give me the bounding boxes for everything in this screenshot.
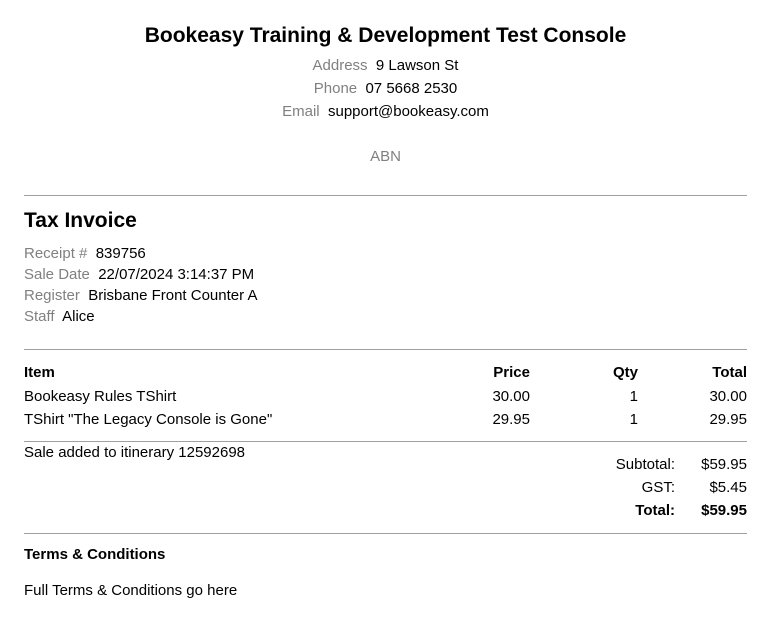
divider [24,533,747,534]
email-value: support@bookeasy.com [327,103,489,120]
subtotal-row: Subtotal: $59.95 [565,453,747,476]
phone-line: Phone 07 5668 2530 [24,77,747,100]
terms-title: Terms & Conditions [24,546,166,563]
item-qty: 1 [629,411,638,428]
divider [24,349,747,350]
terms-text: Full Terms & Conditions go here [24,582,238,599]
register-value: Brisbane Front Counter A [88,287,258,304]
subtotal-label: Subtotal: [615,456,675,473]
invoice-title: Tax Invoice [24,209,137,232]
phone-value: 07 5668 2530 [365,80,458,97]
register-row: Register Brisbane Front Counter A [24,285,257,306]
staff-label: Staff [24,308,55,325]
address-line: Address 9 Lawson St [24,54,747,77]
item-qty: 1 [629,388,638,405]
items-table: Item Price Qty Total Bookeasy Rules TShi… [24,359,747,431]
item-total: 30.00 [709,388,747,405]
business-header: Bookeasy Training & Development Test Con… [24,0,747,167]
invoice-page: Bookeasy Training & Development Test Con… [24,0,747,599]
gst-row: GST: $5.45 [565,476,747,499]
item-name: TShirt "The Legacy Console is Gone" [24,411,273,428]
item-name: Bookeasy Rules TShirt [24,388,177,405]
table-row: TShirt "The Legacy Console is Gone" 29.9… [24,408,747,431]
total-row: Total: $59.95 [565,499,747,522]
subtotal-value: $59.95 [701,456,747,473]
invoice-meta: Receipt # 839756 Sale Date 22/07/2024 3:… [24,243,257,327]
gst-label: GST: [641,479,675,496]
register-label: Register [24,287,80,304]
item-total: 29.95 [709,411,747,428]
items-header-row: Item Price Qty Total [24,359,747,385]
divider [24,441,747,442]
receipt-value: 839756 [95,245,146,262]
item-price: 29.95 [492,411,530,428]
abn-label: ABN [370,148,401,165]
business-name: Bookeasy Training & Development Test Con… [144,24,627,47]
staff-value: Alice [62,308,95,325]
phone-label: Phone [313,80,358,97]
receipt-row: Receipt # 839756 [24,243,257,264]
divider [24,195,747,196]
column-header-total: Total [712,363,747,381]
email-line: Email support@bookeasy.com [24,100,747,123]
receipt-label: Receipt # [24,245,88,262]
address-value: 9 Lawson St [375,57,459,74]
itinerary-note: Sale added to itinerary 12592698 [24,444,246,461]
column-header-price: Price [493,363,530,381]
address-label: Address [312,57,368,74]
sale-date-value: 22/07/2024 3:14:37 PM [98,266,255,283]
total-label: Total: [635,502,675,519]
email-label: Email [282,103,320,120]
sale-date-row: Sale Date 22/07/2024 3:14:37 PM [24,264,257,285]
table-row: Bookeasy Rules TShirt 30.00 1 30.00 [24,385,747,408]
item-price: 30.00 [492,388,530,405]
staff-row: Staff Alice [24,306,257,327]
gst-value: $5.45 [709,479,747,496]
total-value: $59.95 [701,502,747,519]
totals-table: Subtotal: $59.95 GST: $5.45 Total: $59.9… [565,453,747,522]
column-header-item: Item [24,363,55,381]
sale-date-label: Sale Date [24,266,90,283]
column-header-qty: Qty [612,363,638,381]
